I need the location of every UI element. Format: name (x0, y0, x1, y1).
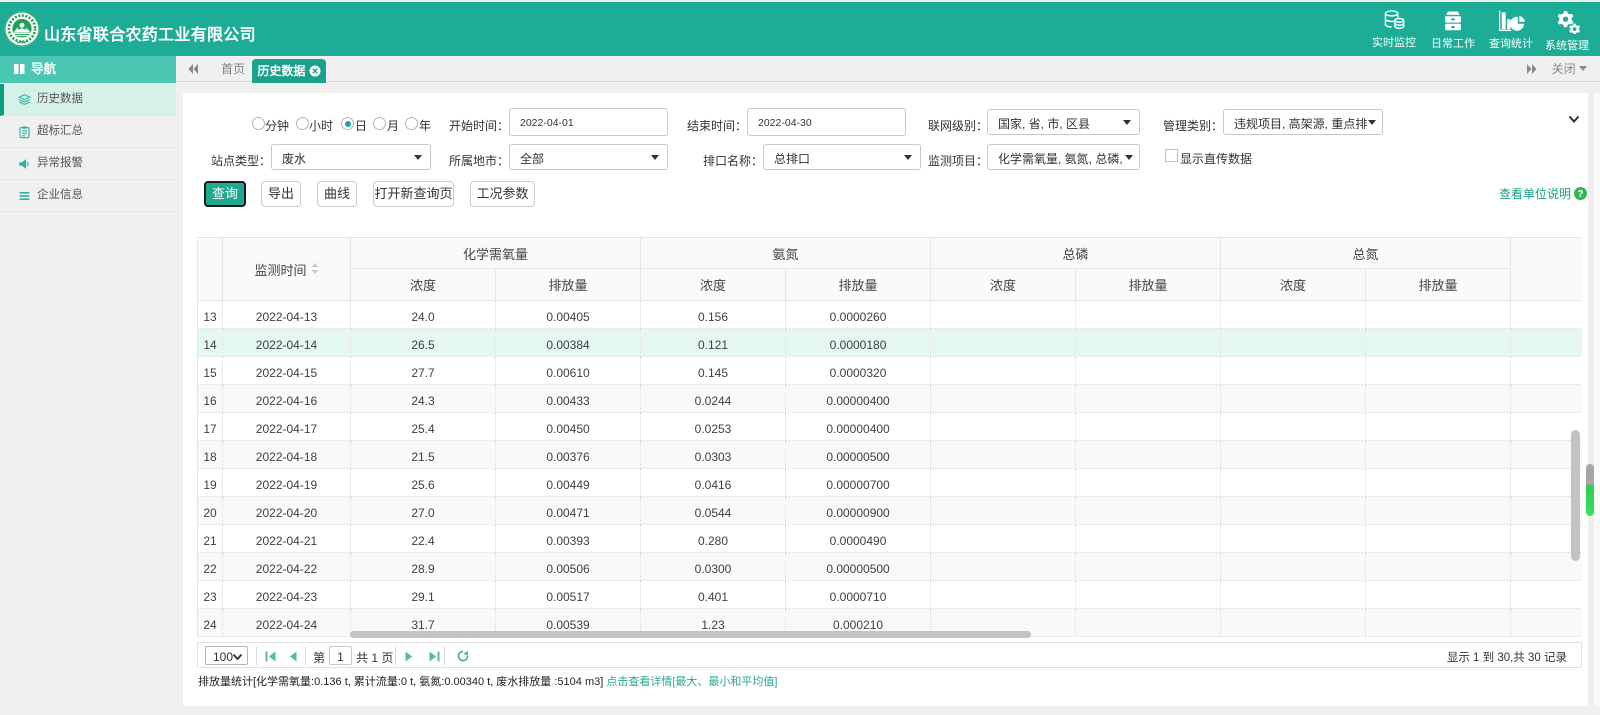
svg-text:?: ? (1578, 189, 1584, 200)
svg-text:MEE: MEE (17, 39, 27, 44)
